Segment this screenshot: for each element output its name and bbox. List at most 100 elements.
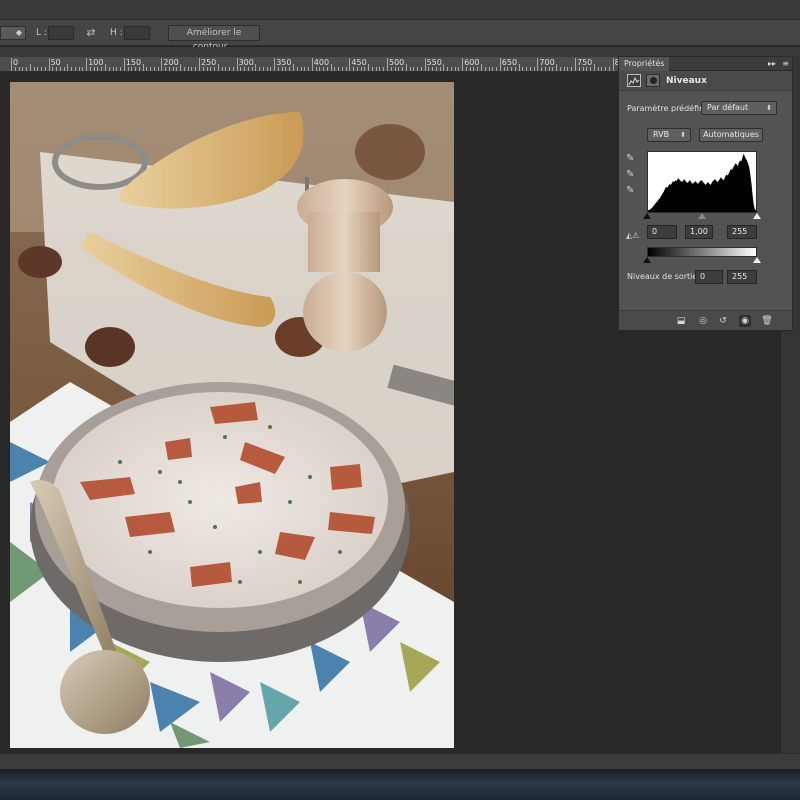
ruler-minor-tick [146, 67, 148, 71]
ruler-minor-tick [18, 67, 20, 71]
ruler-minor-tick [259, 67, 261, 71]
preset-select-value: Par défaut [707, 103, 749, 112]
ruler-minor-tick [44, 67, 46, 71]
document-photo[interactable] [10, 82, 454, 748]
ruler-minor-tick [172, 67, 174, 71]
ruler-minor-tick [131, 67, 133, 71]
adjustment-header: Niveaux [619, 71, 792, 91]
ruler-label: 550 [426, 58, 442, 67]
layer-mask-icon[interactable] [646, 74, 660, 87]
horizontal-ruler[interactable]: 0 50 100 150 200 250 300 350 400 450 500 550 600 650 7… [0, 57, 618, 72]
ruler-minor-tick [458, 67, 460, 71]
ruler-major-tick [387, 58, 388, 71]
gray-point-eyedropper-icon[interactable]: ✎ [626, 169, 638, 181]
ruler-label: 100 [88, 58, 104, 67]
ruler-minor-tick [465, 67, 467, 71]
ruler-minor-tick [371, 67, 373, 71]
black-point-eyedropper-icon[interactable]: ✎ [626, 153, 638, 165]
style-dropdown[interactable]: ◆ [0, 26, 26, 40]
trash-icon[interactable]: 🗑 [761, 315, 773, 327]
ruler-minor-tick [563, 67, 565, 71]
input-black-handle[interactable] [643, 213, 651, 219]
auto-button[interactable]: Automatiques [699, 128, 763, 142]
ruler-minor-tick [59, 67, 61, 71]
height-field[interactable] [124, 26, 150, 40]
ruler-minor-tick [409, 67, 411, 71]
channel-select[interactable]: RVB ⬍ [647, 128, 691, 142]
ruler-minor-tick [308, 67, 310, 71]
ruler-minor-tick [511, 67, 513, 71]
ruler-minor-tick [37, 67, 39, 71]
output-white-field[interactable]: 255 [727, 270, 757, 284]
visibility-eye-icon[interactable]: ◉ [739, 315, 751, 327]
preset-label: Paramètre prédéfini : [627, 104, 712, 113]
ruler-minor-tick [293, 64, 294, 71]
levels-adjustment-icon[interactable] [627, 74, 641, 87]
ruler-minor-tick [428, 67, 430, 71]
white-point-eyedropper-icon[interactable]: ✎ [626, 185, 638, 197]
ruler-label: 600 [464, 58, 480, 67]
ruler-minor-tick [183, 67, 185, 71]
swap-dimensions-icon[interactable]: ⇄ [84, 26, 98, 40]
input-white-handle[interactable] [753, 213, 761, 219]
view-previous-state-icon[interactable]: ◎ [697, 315, 709, 327]
ruler-minor-tick [67, 64, 69, 71]
clipping-warning-icon[interactable]: ◭⚠ [626, 230, 640, 242]
reset-icon[interactable]: ↺ [717, 315, 729, 327]
ruler-minor-tick [552, 67, 554, 71]
ruler-minor-tick [522, 67, 524, 71]
ruler-minor-tick [26, 67, 28, 71]
input-gamma-handle[interactable] [698, 213, 706, 219]
input-gamma-field[interactable]: 1,00 [685, 225, 713, 239]
clip-to-layer-icon[interactable]: ⬓ [675, 315, 687, 327]
ruler-minor-tick [593, 64, 595, 71]
width-field[interactable] [48, 26, 74, 40]
ruler-label: 200 [163, 58, 179, 67]
ruler-minor-tick [353, 67, 355, 71]
panel-footer: ⬓ ◎ ↺ ◉ 🗑 [619, 310, 792, 330]
ruler-label: 450 [351, 58, 367, 67]
channel-select-value: RVB [653, 130, 670, 139]
ruler-minor-tick [150, 67, 152, 71]
ruler-minor-tick [251, 67, 253, 71]
ruler-minor-tick [402, 67, 404, 71]
ruler-minor-tick [541, 67, 543, 71]
ruler-minor-tick [454, 67, 456, 71]
ruler-minor-tick [176, 67, 178, 71]
ruler-minor-tick [469, 67, 471, 71]
preset-select[interactable]: Par défaut ⬍ [701, 101, 777, 115]
ruler-major-tick [537, 58, 539, 71]
ruler-minor-tick [210, 67, 212, 71]
height-label: H : [110, 28, 123, 38]
ruler-major-tick [349, 58, 351, 71]
ruler-label: 650 [501, 58, 518, 67]
ruler-minor-tick [447, 67, 449, 71]
ruler-minor-tick [319, 67, 321, 71]
output-black-field[interactable]: 0 [695, 270, 723, 284]
output-white-handle[interactable] [753, 257, 761, 263]
ruler-minor-tick [191, 67, 193, 71]
ruler-minor-tick [379, 67, 381, 71]
panel-menu-icon[interactable]: ≡ [782, 58, 789, 70]
output-black-handle[interactable] [643, 257, 651, 263]
ruler-minor-tick [326, 67, 328, 71]
ruler-minor-tick [334, 67, 336, 71]
tool-options-bar: ◆ L : ⇄ H : Améliorer le contour... [0, 20, 800, 52]
output-levels-slider[interactable] [643, 257, 761, 263]
ruler-minor-tick [120, 67, 122, 71]
input-levels-slider[interactable] [643, 213, 761, 219]
ruler-minor-tick [71, 67, 73, 71]
ruler-minor-tick [492, 67, 494, 71]
refine-edge-button[interactable]: Améliorer le contour... [168, 25, 260, 52]
input-black-field[interactable]: 0 [647, 225, 677, 239]
desktop-background-strip [0, 769, 800, 800]
ruler-minor-tick [153, 67, 155, 71]
ruler-label: 700 [539, 58, 555, 67]
tab-properties[interactable]: Propriétés [619, 57, 670, 71]
ruler-minor-tick [93, 67, 95, 71]
ruler-minor-tick [229, 67, 231, 71]
collapse-panel-icon[interactable]: ▸▸ [768, 58, 776, 70]
input-white-field[interactable]: 255 [727, 225, 757, 239]
ruler-minor-tick [544, 67, 546, 71]
ruler-major-tick [274, 58, 276, 71]
